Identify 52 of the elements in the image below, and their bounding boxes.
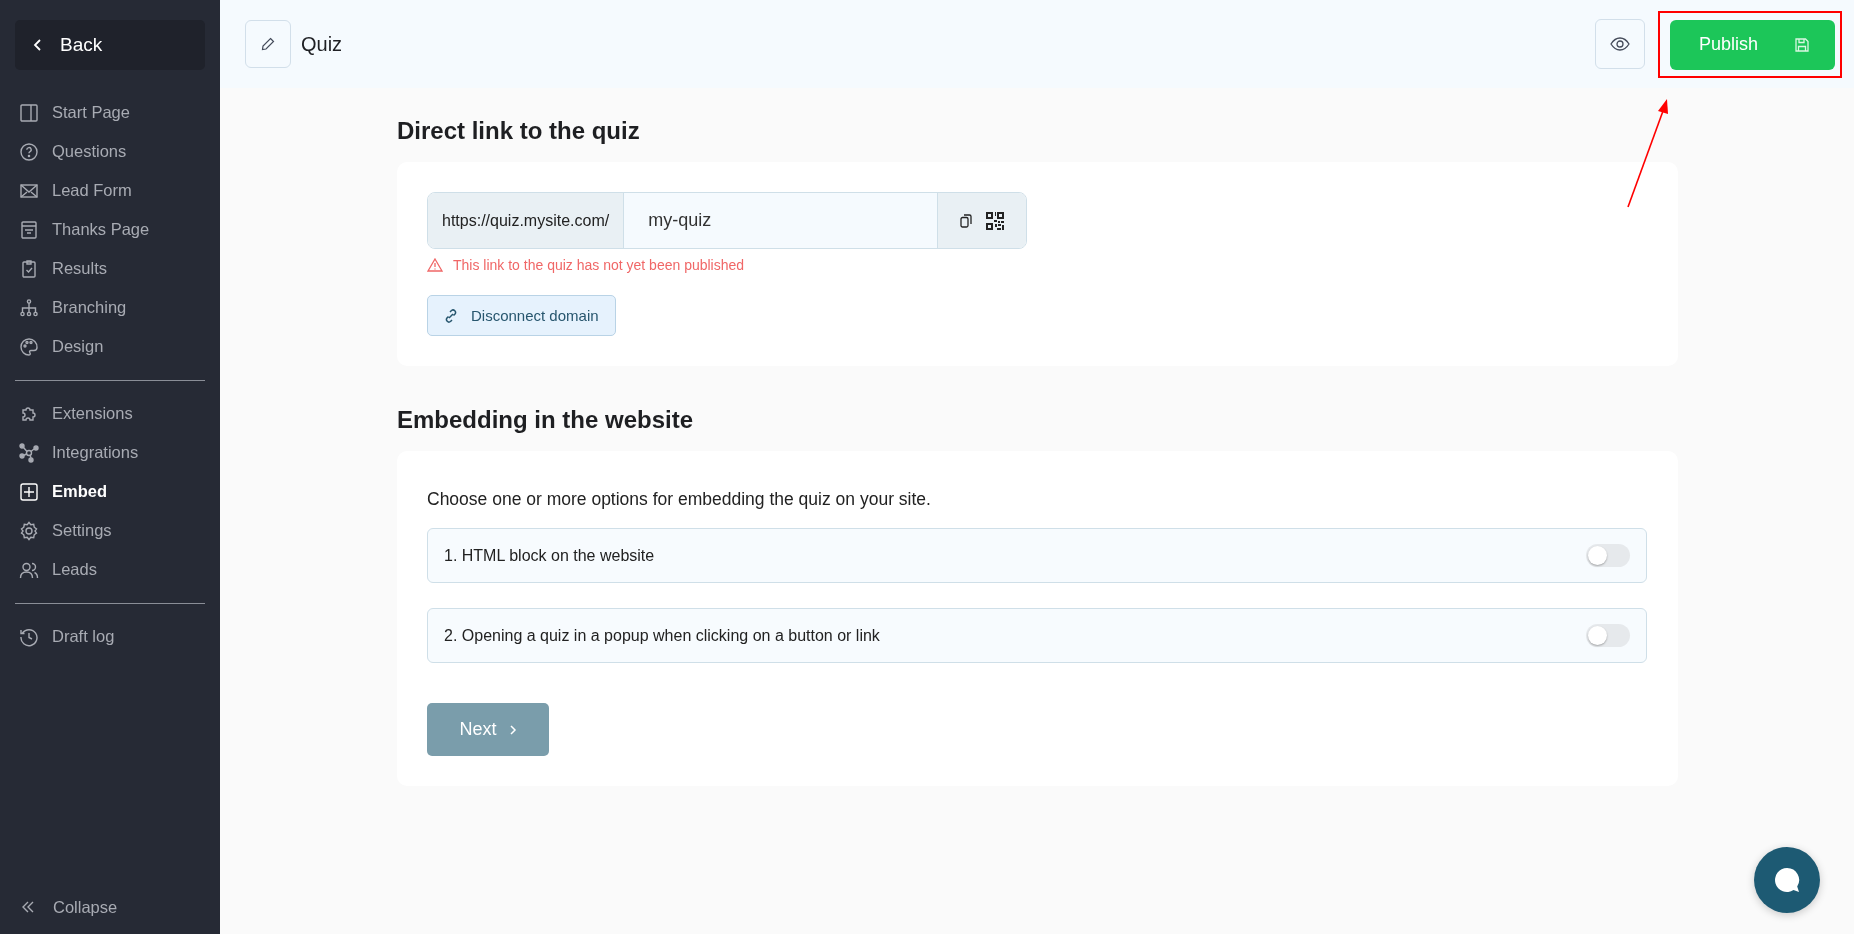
toggle-switch[interactable]	[1586, 544, 1630, 567]
disconnect-domain-button[interactable]: Disconnect domain	[427, 295, 616, 336]
palette-icon	[19, 336, 39, 357]
plus-icon	[19, 481, 39, 502]
sidebar-item[interactable]: Settings	[15, 511, 205, 550]
instruction-text: Choose one or more options for embedding the quiz on your site.	[427, 489, 931, 510]
sidebar-item[interactable]: Extensions	[15, 394, 205, 433]
tree-icon	[19, 297, 39, 318]
clipboard-icon	[19, 258, 39, 279]
option-label: 2. Opening a quiz in a popup when clicking on a button or link	[444, 626, 880, 645]
sidebar-item[interactable]: Leads	[15, 550, 205, 589]
floppy-disk-icon	[1794, 36, 1810, 53]
slug-input[interactable]: my-quiz	[624, 193, 938, 248]
section-heading: Embedding in the website	[397, 406, 695, 434]
sidebar-item[interactable]: Results	[15, 249, 205, 288]
qr-code-icon	[986, 211, 1004, 230]
copy-button[interactable]	[960, 213, 972, 228]
sidebar-item[interactable]: Embed	[15, 472, 205, 511]
double-chevron-left-icon	[21, 901, 35, 913]
sidebar-item[interactable]: Thanks Page	[15, 210, 205, 249]
sidebar-item[interactable]: Questions	[15, 132, 205, 171]
qr-code-button[interactable]	[986, 211, 1004, 230]
quiz-title: Quiz	[301, 32, 343, 56]
page-icon	[19, 219, 39, 240]
sidebar-item[interactable]: Design	[15, 327, 205, 366]
sidebar-item[interactable]: Lead Form	[15, 171, 205, 210]
copy-icon	[960, 213, 972, 228]
back-button[interactable]: Back	[15, 20, 205, 70]
chat-button[interactable]	[1754, 847, 1820, 913]
preview-button[interactable]	[1595, 19, 1645, 69]
sidebar-item[interactable]: Branching	[15, 288, 205, 327]
nodes-icon	[19, 442, 39, 463]
section-heading: Direct link to the quiz	[397, 117, 641, 145]
sidebar-item[interactable]: Start Page	[15, 93, 205, 132]
panel-icon	[19, 102, 39, 123]
speech-bubble-icon	[1773, 866, 1801, 894]
broken-link-icon	[444, 308, 458, 323]
warning-icon	[427, 258, 443, 272]
url-prefix: https://quiz.mysite.com/	[428, 193, 625, 248]
question-icon	[19, 141, 39, 162]
eye-icon	[1610, 37, 1630, 51]
option-label: 1. HTML block on the website	[444, 546, 655, 565]
history-icon	[19, 626, 39, 647]
sidebar-item[interactable]: Draft log	[15, 617, 205, 656]
collapse-button[interactable]: Collapse	[15, 894, 205, 920]
sidebar-item[interactable]: Integrations	[15, 433, 205, 472]
pencil-icon	[261, 37, 275, 51]
toggle-switch[interactable]	[1586, 624, 1630, 647]
chevron-right-icon	[508, 723, 517, 736]
gear-icon	[19, 520, 39, 541]
chevron-left-icon	[33, 38, 43, 52]
warning-text: This link to the quiz has not yet been published	[453, 257, 745, 273]
